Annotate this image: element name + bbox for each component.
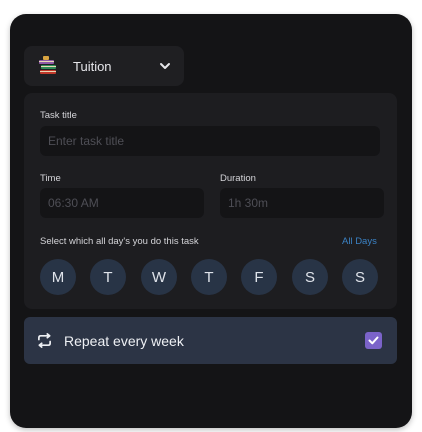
books-icon <box>37 55 59 77</box>
repeat-icon <box>37 333 52 348</box>
task-title-label: Task title <box>40 110 77 121</box>
chevron-down-icon <box>158 59 172 73</box>
repeat-label: Repeat every week <box>64 332 184 349</box>
day-thursday[interactable]: T <box>191 259 227 295</box>
day-sunday[interactable]: S <box>342 259 378 295</box>
repeat-weekly-row[interactable]: Repeat every week <box>24 317 397 364</box>
category-label: Tuition <box>73 58 112 74</box>
check-icon <box>368 336 379 345</box>
all-days-link[interactable]: All Days <box>342 236 377 247</box>
day-monday[interactable]: M <box>40 259 76 295</box>
time-input[interactable] <box>40 188 204 218</box>
day-tuesday[interactable]: T <box>90 259 126 295</box>
day-wednesday[interactable]: W <box>141 259 177 295</box>
duration-input[interactable] <box>220 188 384 218</box>
day-saturday[interactable]: S <box>292 259 328 295</box>
category-dropdown[interactable]: Tuition <box>24 46 184 86</box>
duration-label: Duration <box>220 173 256 184</box>
time-label: Time <box>40 173 61 184</box>
days-prompt: Select which all day's you do this task <box>40 236 199 247</box>
repeat-checkbox[interactable] <box>365 332 382 349</box>
day-friday[interactable]: F <box>241 259 277 295</box>
task-title-input[interactable] <box>40 126 380 156</box>
